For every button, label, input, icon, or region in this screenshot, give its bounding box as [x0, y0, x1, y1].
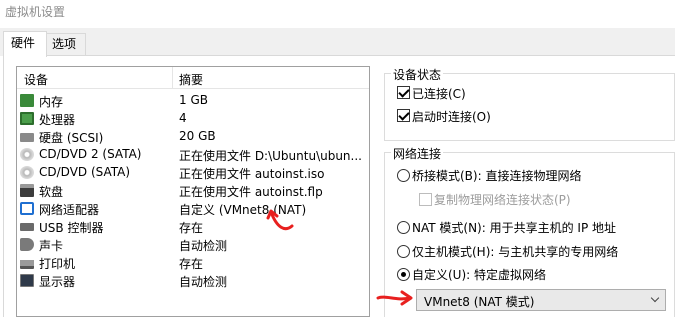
device-name: 网络适配器: [39, 203, 100, 217]
device-summary: 正在使用文件 D:\Ubuntu\ubun...: [179, 149, 362, 163]
device-row-sound-card[interactable]: 声卡 自动检测: [17, 236, 369, 254]
device-row-hard-disk[interactable]: 硬盘 (SCSI) 20 GB: [17, 128, 369, 146]
tab-options[interactable]: 选项: [46, 33, 86, 56]
title-bar: 虚拟机设置: [0, 0, 675, 28]
device-summary: 20 GB: [179, 129, 216, 143]
host-only-radio[interactable]: [397, 245, 410, 258]
device-list-header: 设备 摘要: [17, 67, 369, 89]
replicate-state-checkbox[interactable]: [419, 193, 432, 206]
device-name: 声卡: [39, 239, 64, 253]
device-summary: 正在使用文件 autoinst.iso: [179, 167, 325, 181]
device-row-cd-dvd[interactable]: CD/DVD (SATA) 正在使用文件 autoinst.iso: [17, 164, 369, 182]
connected-label[interactable]: 已连接(C): [412, 85, 466, 102]
device-summary: 正在使用文件 autoinst.flp: [179, 185, 323, 199]
device-row-memory[interactable]: 内存 1 GB: [17, 92, 369, 110]
tab-hardware[interactable]: 硬件: [3, 31, 47, 57]
device-name: 软盘: [39, 185, 64, 199]
display-icon: [20, 274, 34, 287]
custom-label[interactable]: 自定义(U): 特定虚拟网络: [412, 266, 546, 283]
usb-icon: [20, 223, 34, 231]
device-name: CD/DVD (SATA): [39, 165, 131, 179]
replicate-state-label[interactable]: 复制物理网络连接状态(P): [434, 191, 571, 208]
network-connection-legend: 网络连接: [391, 145, 444, 162]
custom-network-select[interactable]: VMnet8 (NAT 模式): [416, 289, 666, 311]
column-divider[interactable]: [172, 67, 173, 89]
device-row-display[interactable]: 显示器 自动检测: [17, 272, 369, 290]
sound-card-icon: [20, 238, 34, 251]
host-only-label[interactable]: 仅主机模式(H): 与主机共享的专用网络: [412, 243, 618, 260]
processor-icon: [20, 112, 34, 125]
device-status-group: 设备状态: [384, 66, 675, 141]
connect-at-power-on-label[interactable]: 启动时连接(O): [412, 108, 491, 125]
floppy-icon: [20, 184, 34, 197]
nat-label[interactable]: NAT 模式(N): 用于共享主机的 IP 地址: [412, 219, 616, 236]
tab-strip: [0, 28, 675, 56]
device-summary: 自动检测: [179, 239, 228, 253]
cd-dvd-icon: [20, 148, 34, 161]
device-summary: 存在: [179, 257, 204, 271]
annotation-arrow-icon: [376, 290, 413, 306]
bridged-radio[interactable]: [397, 169, 410, 182]
device-summary: 存在: [179, 221, 204, 235]
connected-checkbox[interactable]: [397, 86, 410, 99]
column-header-summary[interactable]: 摘要: [179, 71, 203, 88]
device-row-usb-controller[interactable]: USB 控制器 存在: [17, 218, 369, 236]
device-name: USB 控制器: [39, 221, 104, 235]
device-row-floppy[interactable]: 软盘 正在使用文件 autoinst.flp: [17, 182, 369, 200]
device-name: CD/DVD 2 (SATA): [39, 147, 142, 161]
custom-radio[interactable]: [397, 268, 410, 281]
device-summary: 1 GB: [179, 93, 208, 107]
hard-disk-icon: [20, 133, 34, 142]
device-row-processor[interactable]: 处理器 4: [17, 110, 369, 128]
device-status-legend: 设备状态: [391, 66, 444, 83]
column-header-device[interactable]: 设备: [24, 71, 48, 88]
window-title: 虚拟机设置: [5, 5, 66, 19]
chevron-down-icon[interactable]: [650, 293, 660, 303]
device-summary: 4: [179, 111, 187, 125]
device-summary: 自动检测: [179, 275, 228, 289]
nat-radio[interactable]: [397, 221, 410, 234]
bridged-label[interactable]: 桥接模式(B): 直接连接物理网络: [412, 167, 581, 184]
device-row-cd-dvd-2[interactable]: CD/DVD 2 (SATA) 正在使用文件 D:\Ubuntu\ubun...: [17, 146, 369, 164]
device-name: 显示器: [39, 275, 76, 289]
network-adapter-icon: [20, 202, 34, 215]
device-row-printer[interactable]: 打印机 存在: [17, 254, 369, 272]
device-list[interactable]: 设备 摘要 内存 1 GB 处理器 4 硬盘 (SCSI) 20 GB CD/D…: [16, 66, 370, 317]
annotation-arrow-icon: [266, 209, 294, 231]
connect-at-power-on-checkbox[interactable]: [397, 109, 410, 122]
device-name: 打印机: [39, 257, 76, 271]
device-name: 处理器: [39, 113, 76, 127]
device-row-network-adapter[interactable]: 网络适配器 自定义 (VMnet8 (NAT): [17, 200, 369, 218]
cd-dvd-icon: [20, 166, 34, 179]
custom-network-value: VMnet8 (NAT 模式): [424, 295, 535, 309]
printer-icon: [20, 256, 34, 269]
device-name: 硬盘 (SCSI): [39, 131, 104, 145]
device-name: 内存: [39, 95, 64, 109]
memory-icon: [20, 94, 34, 107]
